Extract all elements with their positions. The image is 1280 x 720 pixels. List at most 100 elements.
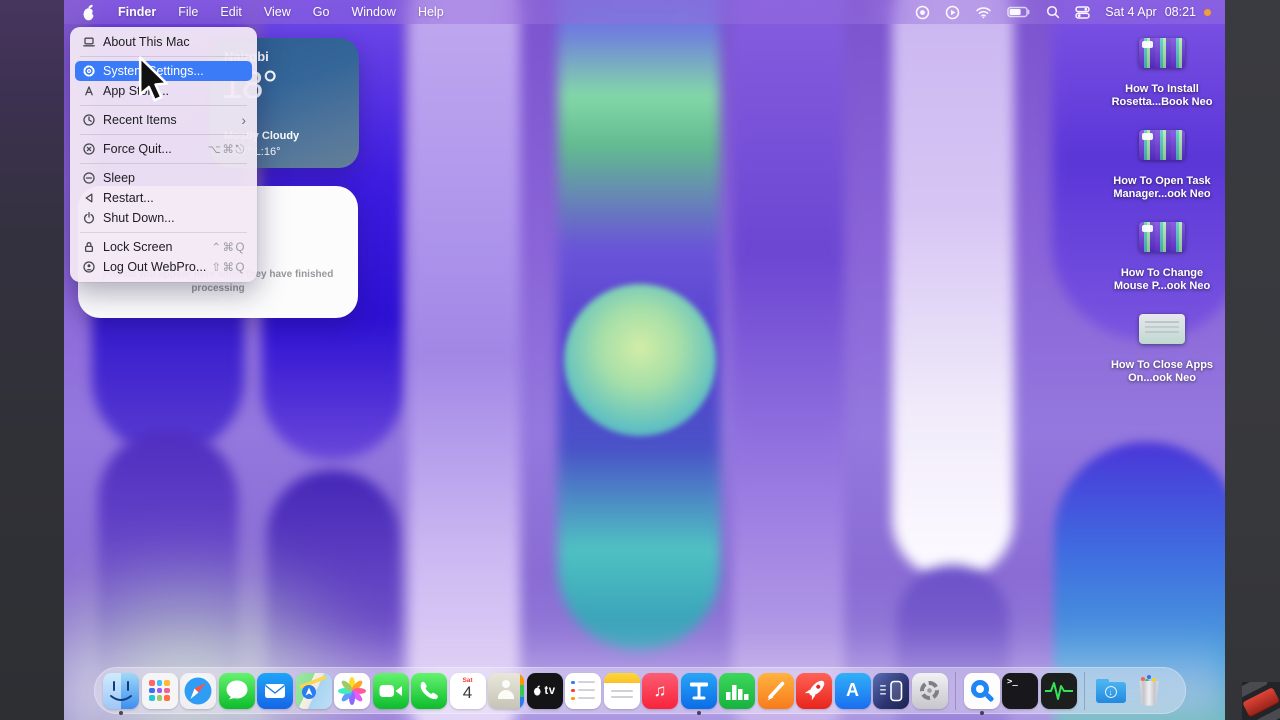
menu-item-lock-screen[interactable]: Lock Screen ⌃⌘Q — [75, 237, 252, 257]
wallpaper-shape — [892, 0, 1014, 580]
apple-menu-button[interactable] — [82, 4, 96, 21]
terminal-prompt-icon: >_ — [1007, 676, 1018, 687]
control-center-icon[interactable] — [1075, 5, 1091, 19]
dock-downloads-folder[interactable]: ↓ — [1093, 673, 1129, 709]
menu-item-label: System Settings... — [103, 64, 204, 78]
dock-facetime[interactable] — [372, 672, 409, 709]
pages-pen-icon — [767, 681, 784, 700]
wifi-icon[interactable] — [975, 6, 992, 19]
menu-item-label: Force Quit... — [103, 142, 172, 156]
dock-numbers[interactable] — [719, 672, 755, 709]
dock-phone[interactable] — [411, 672, 447, 709]
menu-bar-clock[interactable]: Sat 4 Apr 08:21 — [1105, 5, 1211, 19]
activity-heartbeat-icon — [1044, 681, 1073, 700]
dock-calendar[interactable]: Sat 4 — [449, 672, 486, 709]
dock-photos[interactable] — [334, 672, 370, 709]
music-note-icon: ♫ — [653, 680, 667, 700]
dock-quicktime[interactable] — [963, 672, 1000, 709]
desktop-file-how-to-install-rosetta[interactable]: How To Install Rosetta...Book Neo — [1102, 38, 1222, 109]
file-label: How To Open Task Manager...ook Neo — [1113, 175, 1211, 200]
calendar-day: 4 — [462, 683, 473, 702]
dock-rocket-app[interactable] — [796, 672, 832, 709]
apple-logo-icon — [534, 685, 541, 696]
reminders-icon — [571, 696, 595, 700]
dock-divider — [1084, 671, 1085, 710]
dock-launchpad[interactable] — [141, 672, 178, 709]
iphone-mirroring-icon — [880, 680, 903, 701]
desktop-file-how-to-open-task-manager[interactable]: How To Open Task Manager...ook Neo — [1102, 130, 1222, 201]
menu-item-label: Log Out WebPro... — [103, 260, 207, 274]
dock-activity-monitor[interactable] — [1040, 672, 1077, 709]
menu-item-system-settings[interactable]: System Settings... — [75, 61, 252, 81]
spotlight-search-icon[interactable] — [1046, 5, 1060, 19]
quicktime-q-icon — [964, 673, 1000, 709]
numbers-bars-icon — [726, 684, 749, 700]
contacts-avatar-icon — [498, 689, 514, 699]
menu-bar: Finder File Edit View Go Window Help Sat… — [64, 0, 1225, 24]
mail-envelope-icon — [265, 683, 285, 698]
notes-icon — [603, 672, 640, 683]
dock-notes[interactable] — [603, 672, 640, 709]
dock-messages[interactable] — [218, 672, 255, 709]
dock-divider — [955, 671, 956, 710]
download-arrow-icon: ↓ — [1104, 685, 1117, 698]
menu-item-shut-down[interactable]: Shut Down... — [75, 208, 252, 228]
menu-item-label: Sleep — [103, 171, 135, 185]
laptop-icon — [79, 35, 99, 49]
app-store-a-icon: A — [846, 680, 859, 700]
keynote-podium-icon — [681, 673, 717, 709]
finder-icon — [103, 672, 139, 709]
video-file-thumbnail — [1139, 130, 1185, 160]
dock-trash[interactable] — [1131, 673, 1167, 709]
menu-help[interactable]: Help — [418, 5, 444, 19]
menu-item-sleep[interactable]: Sleep — [75, 168, 252, 188]
record-icon[interactable] — [915, 5, 930, 20]
battery-icon[interactable] — [1007, 6, 1031, 18]
chevron-right-icon: › — [241, 112, 246, 128]
menu-item-restart[interactable]: Restart... — [75, 188, 252, 208]
messages-bubble-icon — [226, 680, 247, 699]
dock-mail[interactable] — [257, 672, 293, 709]
menu-item-recent-items[interactable]: Recent Items › — [75, 110, 252, 130]
force-quit-icon — [79, 142, 99, 156]
dock-apple-tv[interactable]: tv — [526, 672, 563, 709]
video-file-thumbnail — [1139, 222, 1185, 252]
desktop-file-how-to-close-apps[interactable]: How To Close Apps On...ook Neo — [1102, 314, 1222, 385]
menu-file[interactable]: File — [178, 5, 198, 19]
dock-safari[interactable] — [180, 672, 216, 709]
file-label: How To Close Apps On...ook Neo — [1110, 359, 1214, 384]
dock-music[interactable]: ♫ — [642, 672, 678, 709]
dock-app-store[interactable]: A — [834, 672, 871, 709]
launchpad-icon — [149, 680, 171, 702]
contacts-avatar-icon — [502, 679, 510, 688]
dock-pages[interactable] — [757, 672, 794, 709]
active-app-name[interactable]: Finder — [118, 5, 156, 19]
desktop-file-how-to-change-mouse[interactable]: How To Change Mouse P...ook Neo — [1102, 222, 1222, 293]
menu-item-log-out[interactable]: Log Out WebPro... ⇧⌘Q — [75, 257, 252, 277]
shortcut-label: ⌃⌘Q — [211, 242, 246, 254]
video-file-thumbnail — [1139, 314, 1185, 344]
menu-item-force-quit[interactable]: Force Quit... ⌥⌘⎋ — [75, 139, 252, 159]
menu-separator — [80, 134, 247, 135]
dock-iphone-mirroring[interactable] — [873, 672, 909, 709]
dock-reminders[interactable] — [565, 672, 601, 709]
notes-line — [610, 695, 633, 698]
dock-terminal[interactable]: >_ — [1002, 672, 1038, 709]
menu-go[interactable]: Go — [313, 5, 330, 19]
rocket-icon — [804, 680, 825, 700]
menu-item-app-store[interactable]: App Store... — [75, 81, 252, 101]
menu-view[interactable]: View — [264, 5, 291, 19]
menu-separator — [80, 232, 247, 233]
dock-system-settings[interactable] — [911, 672, 948, 709]
notes-line — [610, 689, 633, 692]
menu-item-label: Restart... — [103, 191, 154, 205]
sleep-icon — [79, 171, 99, 185]
menu-window[interactable]: Window — [351, 5, 395, 19]
dock-maps[interactable] — [295, 672, 332, 709]
play-icon[interactable] — [945, 5, 960, 20]
menu-item-about-this-mac[interactable]: About This Mac — [75, 32, 252, 52]
dock-keynote[interactable] — [680, 672, 717, 709]
dock-contacts[interactable] — [488, 672, 524, 709]
menu-edit[interactable]: Edit — [220, 5, 242, 19]
dock-finder[interactable] — [103, 672, 139, 709]
